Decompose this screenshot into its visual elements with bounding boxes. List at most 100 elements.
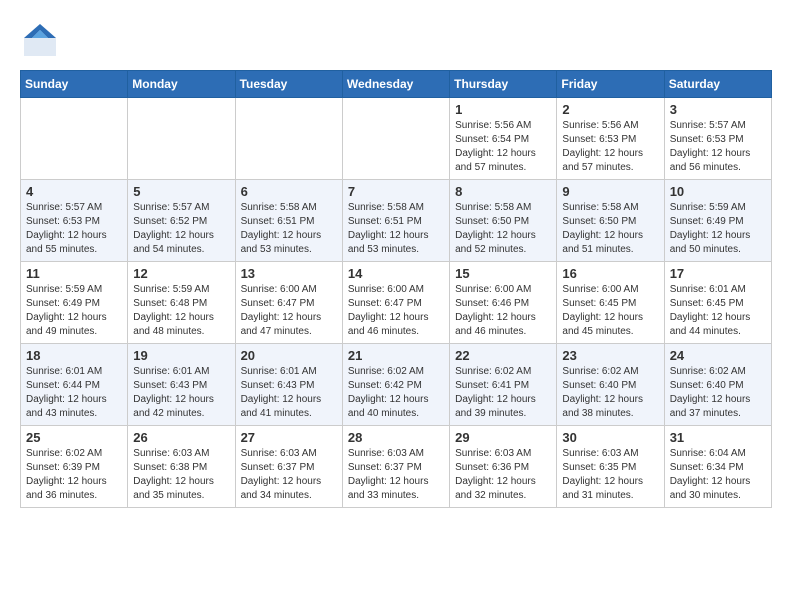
day-number: 13 [241, 266, 337, 281]
day-info: Sunrise: 5:56 AM Sunset: 6:54 PM Dayligh… [455, 119, 551, 175]
calendar-cell: 23 Sunrise: 6:02 AM Sunset: 6:40 PM Dayli… [557, 344, 664, 426]
day-number: 25 [26, 430, 122, 445]
calendar-cell: 7Sunrise: 5:58 AM Sunset: 6:51 PM Daylig… [342, 180, 449, 262]
day-number: 3 [670, 102, 766, 117]
day-number: 30 [562, 430, 658, 445]
calendar-cell: 5Sunrise: 5:57 AM Sunset: 6:52 PM Daylig… [128, 180, 235, 262]
day-number: 18 [26, 348, 122, 363]
calendar-header-wednesday: Wednesday [342, 71, 449, 98]
calendar-cell: 14 Sunrise: 6:00 AM Sunset: 6:47 PM Dayli… [342, 262, 449, 344]
calendar-header-monday: Monday [128, 71, 235, 98]
calendar-week-row: 11 Sunrise: 5:59 AM Sunset: 6:49 PM Dayli… [21, 262, 772, 344]
calendar-cell: 17 Sunrise: 6:01 AM Sunset: 6:45 PM Dayli… [664, 262, 771, 344]
calendar-cell: 15 Sunrise: 6:00 AM Sunset: 6:46 PM Dayli… [450, 262, 557, 344]
day-info: Sunrise: 6:01 AM Sunset: 6:45 PM Dayligh… [670, 283, 766, 339]
day-number: 10 [670, 184, 766, 199]
day-info: Sunrise: 5:58 AM Sunset: 6:51 PM Dayligh… [348, 201, 444, 257]
day-info: Sunrise: 6:03 AM Sunset: 6:37 PM Dayligh… [348, 447, 444, 503]
day-number: 6 [241, 184, 337, 199]
calendar-cell: 4 Sunrise: 5:57 AM Sunset: 6:53 PM Daylig… [21, 180, 128, 262]
page-header [20, 20, 772, 60]
calendar-cell [21, 98, 128, 180]
calendar-header-row: SundayMondayTuesdayWednesdayThursdayFrid… [21, 71, 772, 98]
day-info: Sunrise: 6:04 AM Sunset: 6:34 PM Dayligh… [670, 447, 766, 503]
calendar-cell: 18 Sunrise: 6:01 AM Sunset: 6:44 PM Dayli… [21, 344, 128, 426]
day-number: 24 [670, 348, 766, 363]
day-info: Sunrise: 5:56 AM Sunset: 6:53 PM Dayligh… [562, 119, 658, 175]
day-info: Sunrise: 6:00 AM Sunset: 6:45 PM Dayligh… [562, 283, 658, 339]
calendar-cell: 16 Sunrise: 6:00 AM Sunset: 6:45 PM Dayli… [557, 262, 664, 344]
day-number: 21 [348, 348, 444, 363]
calendar-cell: 27Sunrise: 6:03 AM Sunset: 6:37 PM Dayli… [235, 426, 342, 508]
day-info: Sunrise: 5:59 AM Sunset: 6:49 PM Dayligh… [26, 283, 122, 339]
calendar-cell: 11 Sunrise: 5:59 AM Sunset: 6:49 PM Dayli… [21, 262, 128, 344]
day-info: Sunrise: 6:02 AM Sunset: 6:40 PM Dayligh… [670, 365, 766, 421]
day-number: 8 [455, 184, 551, 199]
calendar-cell: 8Sunrise: 5:58 AM Sunset: 6:50 PM Daylig… [450, 180, 557, 262]
day-info: Sunrise: 5:59 AM Sunset: 6:48 PM Dayligh… [133, 283, 229, 339]
calendar-cell [342, 98, 449, 180]
day-number: 29 [455, 430, 551, 445]
day-info: Sunrise: 6:03 AM Sunset: 6:36 PM Dayligh… [455, 447, 551, 503]
calendar-cell: 28 Sunrise: 6:03 AM Sunset: 6:37 PM Dayli… [342, 426, 449, 508]
day-info: Sunrise: 6:02 AM Sunset: 6:42 PM Dayligh… [348, 365, 444, 421]
calendar-cell: 1 Sunrise: 5:56 AM Sunset: 6:54 PM Daylig… [450, 98, 557, 180]
logo [20, 20, 66, 60]
calendar-cell: 20 Sunrise: 6:01 AM Sunset: 6:43 PM Dayli… [235, 344, 342, 426]
calendar-cell: 9 Sunrise: 5:58 AM Sunset: 6:50 PM Daylig… [557, 180, 664, 262]
day-number: 28 [348, 430, 444, 445]
calendar-cell: 21 Sunrise: 6:02 AM Sunset: 6:42 PM Dayli… [342, 344, 449, 426]
day-number: 12 [133, 266, 229, 281]
calendar-week-row: 25 Sunrise: 6:02 AM Sunset: 6:39 PM Dayli… [21, 426, 772, 508]
calendar-cell: 3Sunrise: 5:57 AM Sunset: 6:53 PM Daylig… [664, 98, 771, 180]
calendar-cell: 2 Sunrise: 5:56 AM Sunset: 6:53 PM Daylig… [557, 98, 664, 180]
day-number: 4 [26, 184, 122, 199]
day-number: 17 [670, 266, 766, 281]
calendar-cell: 26Sunrise: 6:03 AM Sunset: 6:38 PM Dayli… [128, 426, 235, 508]
calendar-cell: 12 Sunrise: 5:59 AM Sunset: 6:48 PM Dayli… [128, 262, 235, 344]
day-info: Sunrise: 6:02 AM Sunset: 6:41 PM Dayligh… [455, 365, 551, 421]
day-info: Sunrise: 6:01 AM Sunset: 6:43 PM Dayligh… [133, 365, 229, 421]
calendar-week-row: 1 Sunrise: 5:56 AM Sunset: 6:54 PM Daylig… [21, 98, 772, 180]
day-info: Sunrise: 5:58 AM Sunset: 6:50 PM Dayligh… [562, 201, 658, 257]
calendar-cell: 10 Sunrise: 5:59 AM Sunset: 6:49 PM Dayli… [664, 180, 771, 262]
calendar-header-saturday: Saturday [664, 71, 771, 98]
calendar-header-sunday: Sunday [21, 71, 128, 98]
day-info: Sunrise: 6:01 AM Sunset: 6:43 PM Dayligh… [241, 365, 337, 421]
day-info: Sunrise: 6:00 AM Sunset: 6:46 PM Dayligh… [455, 283, 551, 339]
day-info: Sunrise: 6:03 AM Sunset: 6:37 PM Dayligh… [241, 447, 337, 503]
day-info: Sunrise: 6:03 AM Sunset: 6:38 PM Dayligh… [133, 447, 229, 503]
day-number: 20 [241, 348, 337, 363]
day-number: 1 [455, 102, 551, 117]
day-number: 16 [562, 266, 658, 281]
calendar-cell [235, 98, 342, 180]
day-number: 19 [133, 348, 229, 363]
day-info: Sunrise: 6:03 AM Sunset: 6:35 PM Dayligh… [562, 447, 658, 503]
day-number: 2 [562, 102, 658, 117]
calendar-table: SundayMondayTuesdayWednesdayThursdayFrid… [20, 70, 772, 508]
day-info: Sunrise: 6:00 AM Sunset: 6:47 PM Dayligh… [348, 283, 444, 339]
day-number: 31 [670, 430, 766, 445]
calendar-cell: 30 Sunrise: 6:03 AM Sunset: 6:35 PM Dayli… [557, 426, 664, 508]
day-number: 9 [562, 184, 658, 199]
day-number: 11 [26, 266, 122, 281]
calendar-header-friday: Friday [557, 71, 664, 98]
calendar-cell: 19 Sunrise: 6:01 AM Sunset: 6:43 PM Dayli… [128, 344, 235, 426]
day-info: Sunrise: 5:57 AM Sunset: 6:52 PM Dayligh… [133, 201, 229, 257]
day-info: Sunrise: 5:57 AM Sunset: 6:53 PM Dayligh… [26, 201, 122, 257]
logo-icon [20, 20, 60, 60]
day-number: 23 [562, 348, 658, 363]
day-number: 15 [455, 266, 551, 281]
calendar-header-thursday: Thursday [450, 71, 557, 98]
calendar-cell: 25 Sunrise: 6:02 AM Sunset: 6:39 PM Dayli… [21, 426, 128, 508]
calendar-cell: 13 Sunrise: 6:00 AM Sunset: 6:47 PM Dayli… [235, 262, 342, 344]
day-number: 14 [348, 266, 444, 281]
day-info: Sunrise: 6:01 AM Sunset: 6:44 PM Dayligh… [26, 365, 122, 421]
day-info: Sunrise: 6:02 AM Sunset: 6:40 PM Dayligh… [562, 365, 658, 421]
day-number: 22 [455, 348, 551, 363]
day-info: Sunrise: 6:00 AM Sunset: 6:47 PM Dayligh… [241, 283, 337, 339]
day-info: Sunrise: 6:02 AM Sunset: 6:39 PM Dayligh… [26, 447, 122, 503]
day-info: Sunrise: 5:59 AM Sunset: 6:49 PM Dayligh… [670, 201, 766, 257]
calendar-header-tuesday: Tuesday [235, 71, 342, 98]
day-info: Sunrise: 5:58 AM Sunset: 6:51 PM Dayligh… [241, 201, 337, 257]
